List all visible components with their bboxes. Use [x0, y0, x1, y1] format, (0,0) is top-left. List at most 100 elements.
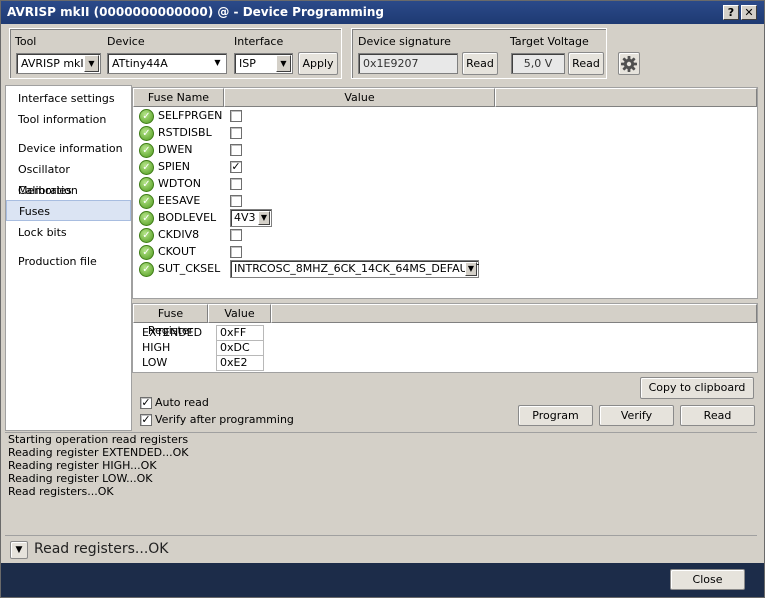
checkmark-icon: ✓	[139, 194, 154, 209]
interface-value: ISP	[239, 57, 256, 70]
register-value-field[interactable]: 0xFF	[216, 325, 264, 341]
column-header-fuse-name[interactable]: Fuse Name	[133, 88, 224, 107]
fuse-checkbox[interactable]	[230, 127, 242, 139]
sidebar-item-lock-bits[interactable]: Lock bits	[6, 222, 131, 243]
fuse-row: ✓ WDTON	[133, 176, 733, 193]
copy-to-clipboard-button[interactable]: Copy to clipboard	[640, 377, 754, 399]
checkmark-icon: ✓	[139, 177, 154, 192]
sut-cksel-select[interactable]: INTRCOSC_8MHZ_6CK_14CK_64MS_DEFAULT ▼	[230, 260, 479, 278]
fuse-name: SELFPRGEN	[158, 109, 223, 122]
column-header-register-value[interactable]: Value	[208, 304, 271, 323]
fuse-table: Fuse Name Value ✓ SELFPRGEN ✓ RSTDISBL ✓…	[132, 87, 758, 299]
log-line: Reading register LOW...OK	[8, 472, 153, 485]
register-value-field[interactable]: 0xDC	[216, 340, 264, 356]
register-value-field[interactable]: 0xE2	[216, 355, 264, 371]
tool-select[interactable]: AVRISP mkII ▼	[16, 53, 101, 74]
register-name: LOW	[142, 356, 168, 369]
column-header-fuse-register[interactable]: Fuse Register	[133, 304, 208, 337]
fuse-row: ✓ DWEN	[133, 142, 733, 159]
device-label: Device	[107, 35, 145, 48]
fuse-name: WDTON	[158, 177, 201, 190]
fuse-row: ✓ BODLEVEL 4V3 ▼	[133, 209, 733, 227]
checkmark-icon: ✓	[139, 109, 154, 124]
verify-button[interactable]: Verify	[599, 405, 674, 426]
sidebar-item-interface-settings[interactable]: Interface settings	[6, 88, 131, 109]
help-button[interactable]: ?	[723, 5, 739, 20]
signature-label: Device signature	[358, 35, 451, 48]
register-name: HIGH	[142, 341, 171, 354]
fuse-name: BODLEVEL	[158, 211, 217, 224]
chevron-down-icon: ▼	[210, 55, 225, 72]
chevron-down-icon: ▼	[84, 55, 99, 72]
fuse-name: EESAVE	[158, 194, 201, 207]
log-output: Starting operation read registers Readin…	[5, 432, 757, 533]
interface-label: Interface	[234, 35, 284, 48]
apply-button[interactable]: Apply	[298, 52, 338, 75]
sut-cksel-value: INTRCOSC_8MHZ_6CK_14CK_64MS_DEFAULT	[234, 262, 479, 275]
gear-icon	[621, 56, 637, 72]
device-programming-window: AVRISP mkII (0000000000000) @ - Device P…	[0, 0, 765, 598]
fuse-checkbox[interactable]: ✓	[230, 161, 242, 173]
interface-select[interactable]: ISP ▼	[234, 53, 293, 74]
column-header-empty	[495, 88, 757, 107]
fuse-name: RSTDISBL	[158, 126, 212, 139]
fuse-row: ✓ CKDIV8	[133, 227, 733, 244]
device-select[interactable]: ATtiny44A ▼	[107, 53, 227, 74]
program-button[interactable]: Program	[518, 405, 593, 426]
sidebar-nav: Interface settings Tool information Devi…	[5, 85, 132, 431]
device-value: ATtiny44A	[112, 57, 168, 70]
fuse-name: CKOUT	[158, 245, 196, 258]
sidebar-item-memories[interactable]: Memories	[6, 180, 131, 201]
title-bar: AVRISP mkII (0000000000000) @ - Device P…	[1, 1, 764, 24]
column-header-empty	[271, 304, 757, 323]
fuse-row: ✓ SPIEN ✓	[133, 159, 733, 176]
verify-after-programming-checkbox[interactable]: ✓	[140, 414, 152, 426]
fuse-row: ✓ RSTDISBL	[133, 125, 733, 142]
checkmark-icon: ✓	[139, 143, 154, 158]
window-close-button[interactable]: ✕	[741, 5, 757, 20]
chevron-down-icon: ▼	[465, 262, 477, 276]
expand-log-button[interactable]: ▼	[10, 541, 28, 559]
auto-read-checkbox[interactable]: ✓	[140, 397, 152, 409]
voltage-field: 5,0 V	[511, 53, 565, 74]
fuse-checkbox[interactable]	[230, 144, 242, 156]
log-line: Starting operation read registers	[8, 433, 189, 446]
close-button[interactable]: Close	[670, 569, 745, 590]
fuse-checkbox[interactable]	[230, 246, 242, 258]
status-text: Read registers...OK	[34, 541, 169, 557]
sidebar-item-tool-information[interactable]: Tool information	[6, 109, 131, 130]
signature-field: 0x1E9207	[358, 53, 458, 74]
read-signature-button[interactable]: Read	[462, 52, 498, 75]
fuse-name: SPIEN	[158, 160, 191, 173]
settings-button[interactable]	[618, 52, 640, 75]
fuse-checkbox[interactable]	[230, 229, 242, 241]
fuse-checkbox[interactable]	[230, 110, 242, 122]
checkmark-icon: ✓	[139, 126, 154, 141]
chevron-down-icon: ▼	[15, 545, 23, 555]
verify-after-programming-label: Verify after programming	[155, 413, 294, 426]
log-line: Reading register HIGH...OK	[8, 459, 157, 472]
fuse-checkbox[interactable]	[230, 195, 242, 207]
status-bar: ▼ Read registers...OK	[5, 535, 757, 563]
sidebar-item-oscillator-calibration[interactable]: Oscillator Calibration	[6, 159, 131, 197]
log-line: Reading register EXTENDED...OK	[8, 446, 189, 459]
column-header-value[interactable]: Value	[224, 88, 495, 107]
voltage-label: Target Voltage	[510, 35, 589, 48]
register-name: EXTENDED	[142, 326, 203, 339]
checkmark-icon: ✓	[139, 245, 154, 260]
auto-read-label: Auto read	[155, 396, 209, 409]
sidebar-item-fuses[interactable]: Fuses	[6, 200, 131, 221]
bodlevel-select[interactable]: 4V3 ▼	[230, 209, 272, 227]
bodlevel-value: 4V3	[234, 211, 256, 224]
read-button[interactable]: Read	[680, 405, 755, 426]
sidebar-item-device-information[interactable]: Device information	[6, 138, 131, 159]
log-line: Read registers...OK	[8, 485, 114, 498]
fuse-register-table: Fuse Register Value EXTENDED 0xFF HIGH 0…	[132, 303, 758, 373]
fuse-name: CKDIV8	[158, 228, 200, 241]
fuse-checkbox[interactable]	[230, 178, 242, 190]
sidebar-item-production-file[interactable]: Production file	[6, 251, 131, 272]
fuse-row: ✓ SELFPRGEN	[133, 108, 733, 125]
fuse-row: ✓ EESAVE	[133, 193, 733, 210]
read-voltage-button[interactable]: Read	[568, 52, 604, 75]
fuse-row: ✓ CKOUT	[133, 244, 733, 261]
